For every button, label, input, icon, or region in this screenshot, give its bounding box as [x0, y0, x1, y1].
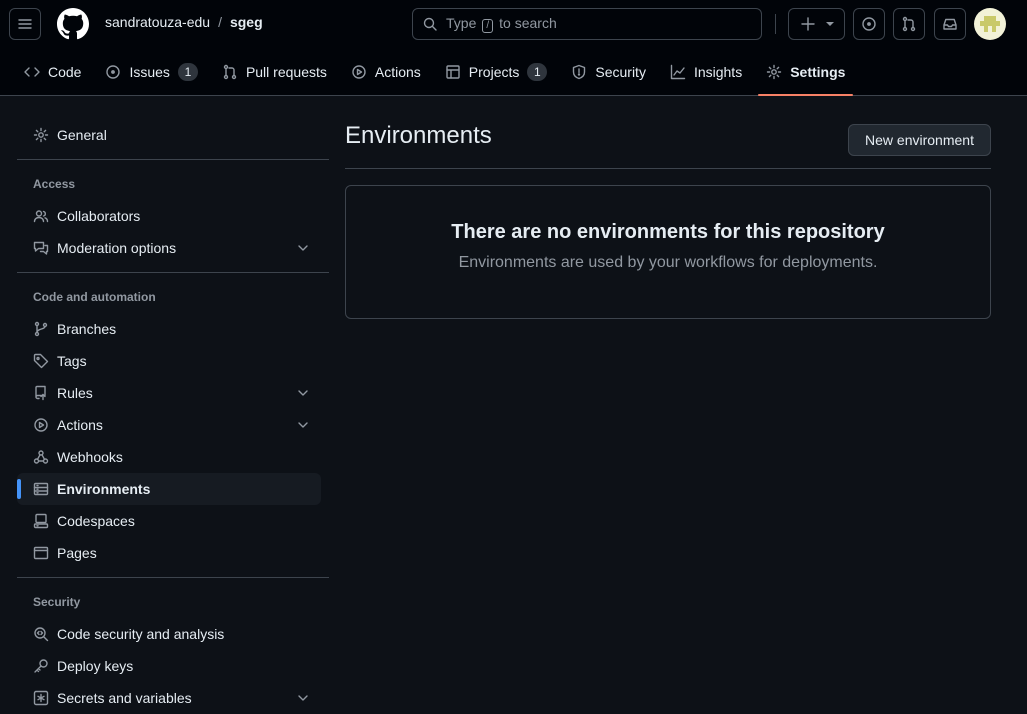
tab-code[interactable]: Code	[16, 56, 89, 88]
chevron-down-icon	[298, 422, 308, 428]
git-pull-request-icon	[223, 64, 237, 80]
sidebar-divider	[17, 159, 329, 160]
gear-icon	[33, 127, 49, 143]
issue-opened-icon	[862, 17, 876, 31]
tab-insights[interactable]: Insights	[662, 56, 750, 88]
sidebar-item-branches[interactable]: Branches	[17, 313, 321, 345]
tab-pull-requests[interactable]: Pull requests	[214, 56, 335, 88]
header-divider	[775, 14, 776, 34]
key-icon	[34, 659, 48, 673]
search-input[interactable]: Type / to search	[412, 8, 762, 40]
repo-tabs: Code Issues 1 Pull requests Actions Proj…	[16, 56, 861, 96]
breadcrumb-owner[interactable]: sandratouza-edu	[105, 14, 210, 30]
codespaces-icon	[33, 513, 49, 529]
code-icon	[24, 67, 40, 77]
sidebar-item-webhooks[interactable]: Webhooks	[17, 441, 321, 473]
gear-icon	[767, 64, 782, 80]
sidebar-heading-security: Security	[33, 595, 81, 609]
menu-button[interactable]	[9, 8, 41, 40]
browser-icon	[33, 546, 49, 560]
breadcrumb: sandratouza-edu / sgeg	[105, 14, 263, 30]
tab-projects[interactable]: Projects 1	[437, 56, 556, 88]
repo-push-icon	[35, 385, 46, 401]
chevron-down-icon	[298, 695, 308, 701]
tab-issues[interactable]: Issues 1	[97, 56, 205, 88]
search-placeholder: Type / to search	[446, 15, 557, 33]
chevron-down-icon	[298, 390, 308, 396]
sidebar-divider	[17, 272, 329, 273]
issues-count-badge: 1	[177, 63, 198, 81]
identicon-icon	[980, 16, 1000, 32]
avatar[interactable]	[974, 8, 1006, 40]
issues-button[interactable]	[853, 8, 885, 40]
inbox-button[interactable]	[934, 8, 966, 40]
new-environment-button[interactable]: New environment	[848, 124, 991, 156]
table-icon	[446, 65, 460, 79]
sidebar-item-moderation-options[interactable]: Moderation options	[17, 232, 321, 264]
comment-discussion-icon	[33, 241, 49, 255]
empty-state-description: Environments are used by your workflows …	[458, 254, 878, 271]
key-asterisk-icon	[33, 690, 49, 706]
git-branch-icon	[34, 321, 48, 337]
empty-state-title: There are no environments for this repos…	[451, 221, 885, 243]
people-icon	[33, 210, 49, 223]
tab-settings[interactable]: Settings	[758, 56, 854, 96]
inbox-icon	[943, 18, 957, 30]
title-divider	[345, 168, 991, 169]
chevron-down-icon	[298, 245, 308, 251]
sidebar-item-codespaces[interactable]: Codespaces	[17, 505, 321, 537]
play-icon	[352, 65, 366, 79]
app-header: sandratouza-edu / sgeg Type / to search …	[0, 0, 1027, 96]
shield-icon	[573, 64, 586, 80]
breadcrumb-repo[interactable]: sgeg	[230, 14, 263, 30]
codescan-icon	[34, 627, 49, 642]
tag-icon	[33, 353, 49, 369]
sidebar-item-code-security[interactable]: Code security and analysis	[17, 618, 321, 650]
sidebar-item-secrets-and-variables[interactable]: Secrets and variables	[17, 682, 321, 714]
hamburger-icon	[18, 19, 32, 29]
breadcrumb-separator: /	[218, 14, 222, 30]
sidebar-item-deploy-keys[interactable]: Deploy keys	[17, 650, 321, 682]
sidebar-heading-access: Access	[33, 177, 76, 191]
projects-count-badge: 1	[527, 63, 548, 81]
git-pull-request-icon	[902, 16, 916, 32]
pull-requests-button[interactable]	[893, 8, 925, 40]
page-title: Environments	[345, 122, 492, 149]
search-shortcut-key: /	[482, 19, 494, 33]
triangle-down-icon	[825, 22, 834, 26]
server-icon	[33, 482, 49, 496]
sidebar-item-tags[interactable]: Tags	[17, 345, 321, 377]
settings-sidebar: General Access Collaborators Moderation …	[17, 119, 329, 714]
sidebar-item-pages[interactable]: Pages	[17, 537, 321, 569]
sidebar-item-actions[interactable]: Actions	[17, 409, 321, 441]
create-new-button[interactable]	[788, 8, 845, 40]
sidebar-item-general[interactable]: General	[17, 119, 321, 151]
play-icon	[34, 418, 48, 432]
sidebar-heading-code-and-automation: Code and automation	[33, 290, 156, 304]
issue-opened-icon	[106, 65, 121, 79]
plus-icon	[800, 17, 815, 31]
empty-state: There are no environments for this repos…	[345, 185, 991, 319]
graph-icon	[670, 64, 686, 80]
github-logo-icon[interactable]	[57, 8, 89, 40]
search-icon	[423, 17, 437, 31]
sidebar-divider	[17, 577, 329, 578]
sidebar-item-environments[interactable]: Environments	[17, 473, 321, 505]
webhook-icon	[33, 450, 49, 464]
sidebar-item-collaborators[interactable]: Collaborators	[17, 200, 321, 232]
sidebar-item-rules[interactable]: Rules	[17, 377, 321, 409]
tab-actions[interactable]: Actions	[343, 56, 429, 88]
tab-security[interactable]: Security	[563, 56, 654, 88]
